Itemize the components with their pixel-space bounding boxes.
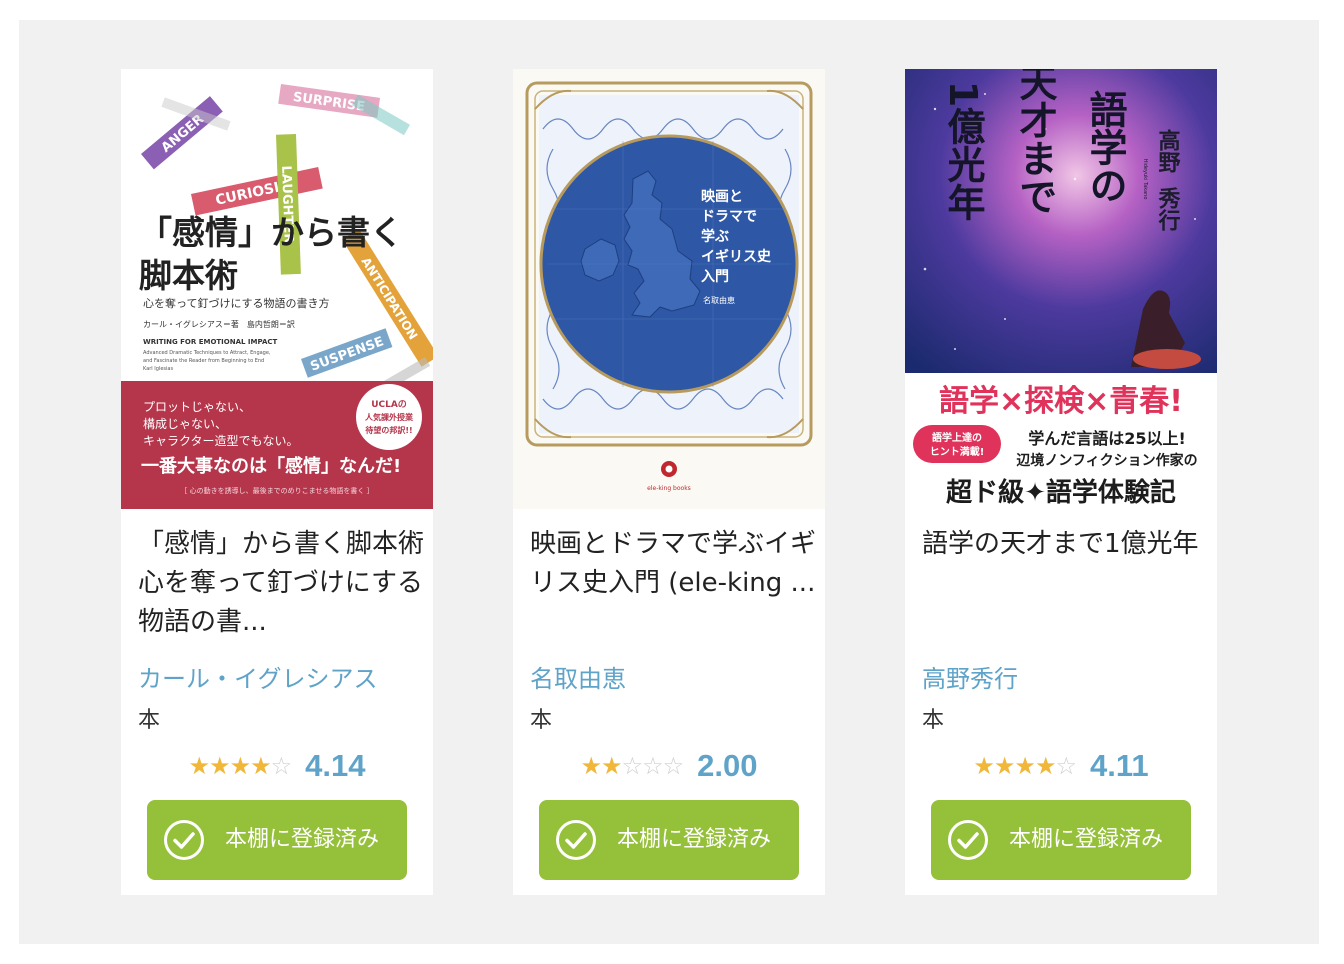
star-filled-icon: ★ — [209, 752, 230, 780]
star-filled-icon: ★ — [993, 752, 1015, 780]
cover-title: 語学の — [1083, 90, 1127, 204]
rating-score: 4.11 — [1089, 748, 1149, 783]
cover-credits: カール・イグレシアス＝著 島内哲朗＝訳 — [143, 319, 295, 329]
cover-badge-text: 人気課外授業 — [365, 412, 414, 422]
book-card[interactable]: 映画と ドラマで 学ぶ イギリス史 入門 名取由恵 ele-king books… — [513, 69, 825, 895]
cover-title: 1億光年 — [941, 81, 985, 222]
cover-blurb: 超ド級✦語学体験記 — [946, 477, 1176, 508]
book-card[interactable]: 高野 秀行 Hideyuki Takano 語学の 天才まで 1億光年 語学×探… — [905, 69, 1217, 895]
button-label: 本棚に登録済み — [1009, 827, 1164, 852]
cover-english-title: WRITING FOR EMOTIONAL IMPACT — [143, 338, 278, 346]
book-author-link[interactable]: 名取由恵 — [530, 659, 626, 694]
button-label: 本棚に登録済み — [617, 827, 772, 852]
cover-title: イギリス史 — [701, 248, 772, 265]
cover-romaji: Hideyuki Takano — [1142, 159, 1148, 200]
cover-title: 脚本術 — [139, 256, 238, 295]
book-author-link[interactable]: 高野秀行 — [922, 659, 1018, 694]
cover-title: 天才まで — [1013, 69, 1057, 215]
button-label: 本棚に登録済み — [225, 827, 380, 852]
cover-title: 入門 — [701, 269, 729, 285]
registered-on-shelf-button[interactable]: 本棚に登録済み — [147, 800, 407, 880]
cover-english-sub: Advanced Dramatic Techniques to Attract,… — [143, 350, 271, 356]
cover-publisher: ele-king books — [647, 485, 691, 492]
cover-band-headline: 一番大事なのは「感情」なんだ! — [141, 455, 401, 477]
star-rating-icons: ★★★★☆ — [973, 746, 1077, 786]
cover-author: 高野 — [1155, 128, 1181, 174]
check-circle-icon — [164, 820, 204, 860]
registered-on-shelf-button[interactable]: 本棚に登録済み — [539, 800, 799, 880]
cover-band-text: 構成じゃない、 — [143, 417, 227, 431]
registered-on-shelf-button[interactable]: 本棚に登録済み — [931, 800, 1191, 880]
cover-tagline: 語学×探検×青春! — [939, 384, 1183, 419]
star-empty-icon: ☆ — [662, 752, 684, 780]
star-filled-icon: ★ — [973, 752, 994, 780]
star-filled-icon: ★ — [601, 752, 622, 780]
cover-band-text: キャラクター造型でもない。 — [143, 434, 299, 448]
star-empty-icon: ☆ — [270, 752, 292, 780]
rating-score: 4.14 — [305, 748, 366, 783]
rating: ★★★★☆ 4.11 — [905, 746, 1217, 786]
rating-score: 2.00 — [697, 748, 758, 783]
book-author-link[interactable]: カール・イグレシアス — [138, 659, 378, 694]
star-filled-icon: ★ — [1034, 752, 1056, 780]
book-title[interactable]: 「感情」から書く脚本術 心を奪って釘づけにする物語の書... — [138, 525, 424, 642]
cover-badge-text: 語学上達の — [932, 431, 982, 444]
cover-badge-text: UCLAの — [371, 399, 407, 410]
rating: ★★★★☆ 4.14 — [121, 746, 433, 786]
star-filled-icon: ★ — [229, 752, 251, 780]
rating: ★★☆☆☆ 2.00 — [513, 746, 825, 786]
cover-subtitle: 心を奪って釘づけにする物語の書き方 — [143, 296, 330, 310]
star-empty-icon: ☆ — [621, 752, 643, 780]
cover-title: 学ぶ — [701, 228, 729, 245]
book-title[interactable]: 語学の天才まで1億光年 — [922, 525, 1208, 564]
cover-title: 「感情」から書く — [139, 213, 403, 252]
cover-english-sub: and Fascinate the Reader from Beginning … — [143, 358, 264, 364]
check-circle-icon — [556, 820, 596, 860]
cover-author: 名取由恵 — [703, 295, 735, 305]
cover-author: 秀行 — [1155, 187, 1182, 232]
star-rating-icons: ★★☆☆☆ — [580, 746, 685, 786]
cover-badge-text: ヒント満載! — [930, 445, 985, 458]
star-filled-icon: ★ — [188, 752, 210, 780]
star-rating-icons: ★★★★☆ — [188, 746, 293, 786]
bookshelf-panel: SURPRISE ANGER CURIOSITY LAUGHTER ANTICI… — [19, 20, 1319, 944]
book-type: 本 — [922, 708, 945, 733]
cover-title: ドラマで — [701, 209, 757, 225]
star-filled-icon: ★ — [580, 752, 602, 780]
cover-english-author: Karl Iglesias — [143, 366, 173, 372]
book-cover-image[interactable]: 映画と ドラマで 学ぶ イギリス史 入門 名取由恵 ele-king books — [513, 69, 825, 509]
book-title[interactable]: 映画とドラマで学ぶイギリス史入門 (ele-king ... — [530, 525, 816, 603]
cover-badge-text: 待望の邦訳!! — [364, 425, 412, 435]
book-type: 本 — [530, 708, 553, 733]
check-circle-icon — [948, 820, 988, 860]
star-filled-icon: ★ — [1014, 752, 1035, 780]
book-cover-image[interactable]: 高野 秀行 Hideyuki Takano 語学の 天才まで 1億光年 語学×探… — [905, 69, 1217, 509]
star-filled-icon: ★ — [250, 752, 271, 780]
star-empty-icon: ☆ — [642, 752, 663, 780]
star-empty-icon: ☆ — [1055, 752, 1076, 780]
book-card[interactable]: SURPRISE ANGER CURIOSITY LAUGHTER ANTICI… — [121, 69, 433, 895]
cover-blurb: 辺境ノンフィクション作家の — [1016, 452, 1197, 469]
cover-title: 映画と — [701, 189, 743, 205]
book-type: 本 — [138, 708, 161, 733]
cover-blurb: 学んだ言語は25以上! — [1028, 429, 1186, 448]
cover-band-text: プロットじゃない、 — [143, 400, 251, 414]
cover-band-footer: ［ 心の動きを誘導し、最後までのめりこませる物語を書く ］ — [180, 486, 373, 495]
book-cover-image[interactable]: SURPRISE ANGER CURIOSITY LAUGHTER ANTICI… — [121, 69, 433, 509]
